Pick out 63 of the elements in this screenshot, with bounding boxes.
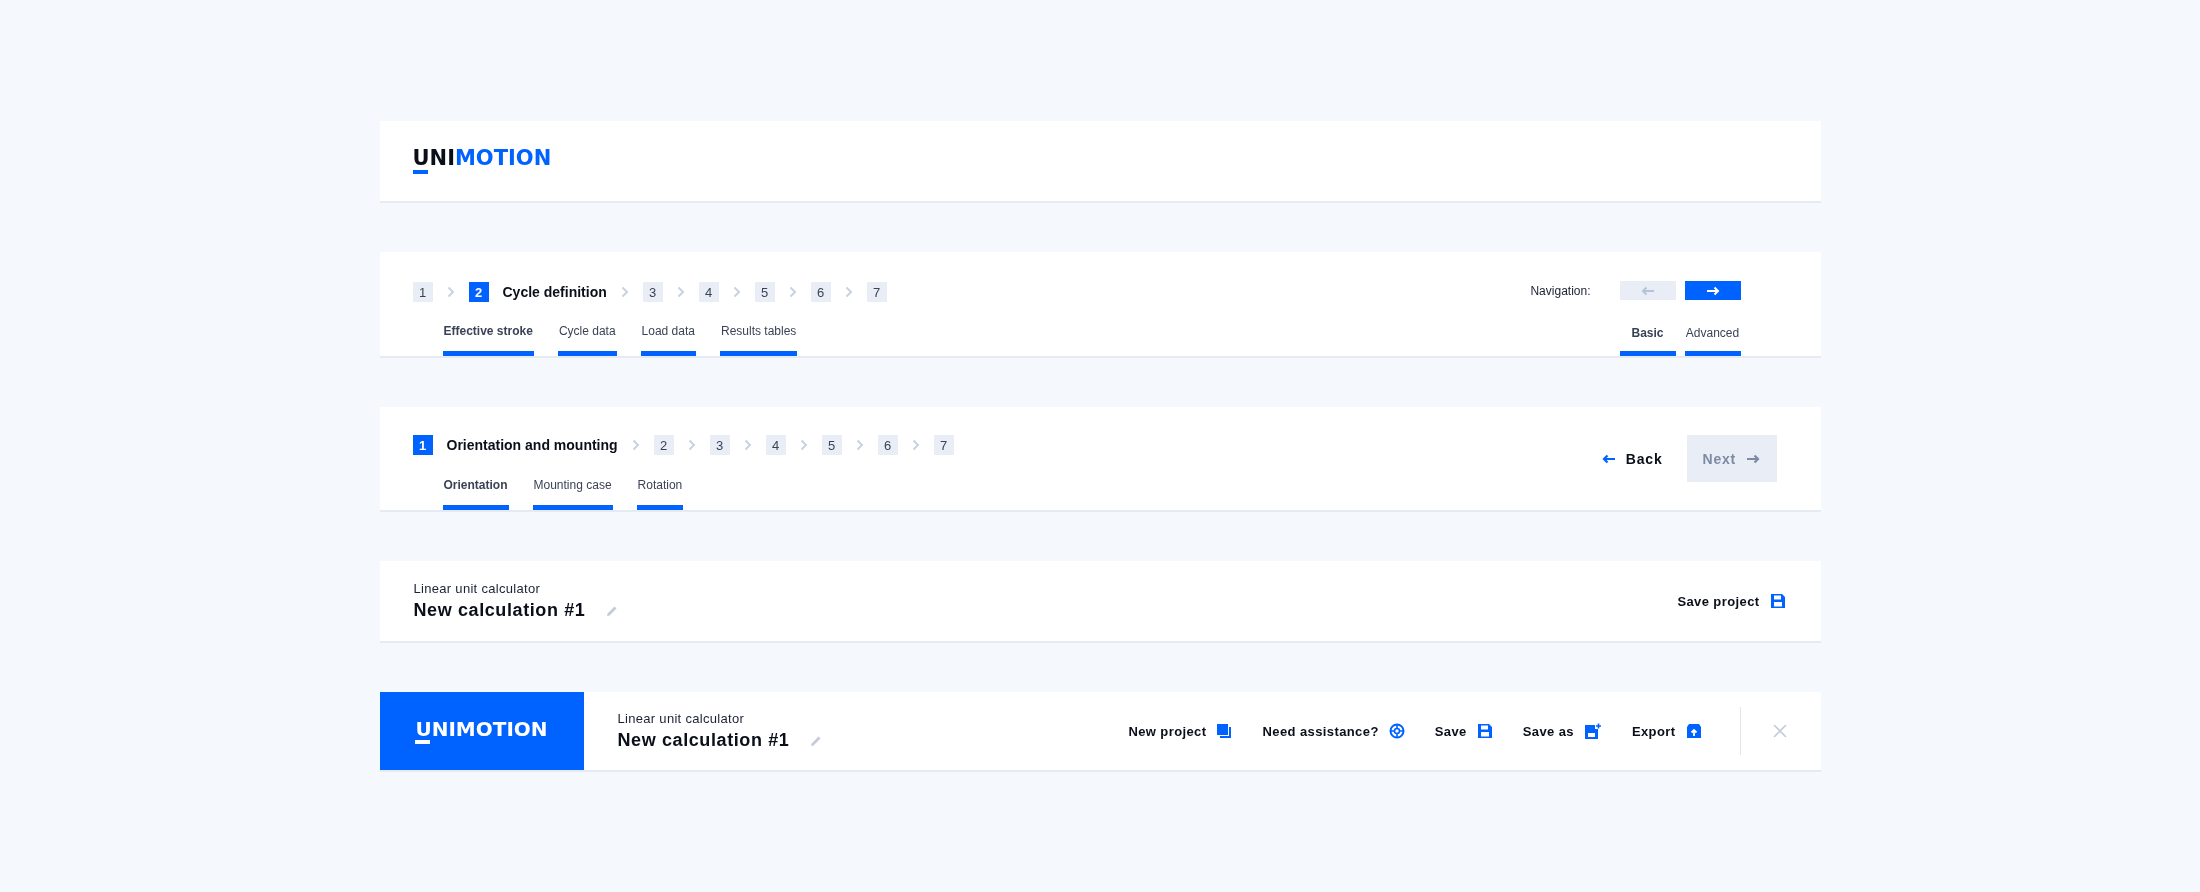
arrow-right-icon: [1705, 285, 1720, 296]
tab[interactable]: Results tables: [719, 324, 798, 356]
save-icon: [1769, 593, 1786, 609]
step-number[interactable]: 3: [709, 435, 730, 455]
step-number[interactable]: 2: [468, 282, 489, 302]
export-icon: [1685, 723, 1702, 739]
toolbar-button[interactable]: Export: [1631, 723, 1702, 739]
step-title: Orientation and mounting: [446, 437, 618, 453]
chevron-icon: [631, 439, 640, 451]
project-title: New calculation #1: [413, 600, 586, 621]
step-number[interactable]: 4: [765, 435, 786, 455]
chevron-icon: [855, 439, 864, 451]
logo: UNIMOTION: [412, 148, 552, 174]
tab[interactable]: Load data: [640, 324, 696, 356]
chevron-icon: [743, 439, 752, 451]
toolbar-button[interactable]: New project: [1128, 723, 1233, 739]
step-number[interactable]: 5: [754, 282, 775, 302]
copy-icon: [1216, 723, 1233, 739]
step-number[interactable]: 4: [698, 282, 719, 302]
tab[interactable]: Effective stroke: [442, 324, 534, 356]
close-button[interactable]: [1772, 724, 1787, 738]
chevron-icon: [446, 286, 455, 298]
chevron-icon: [687, 439, 696, 451]
chevron-icon: [676, 286, 685, 298]
step-number[interactable]: 6: [810, 282, 831, 302]
back-button[interactable]: Back: [1601, 435, 1663, 482]
arrow-left-icon: [1640, 285, 1655, 296]
step-number[interactable]: 7: [933, 435, 954, 455]
step-number[interactable]: 3: [642, 282, 663, 302]
save-project-button[interactable]: Save project: [1677, 593, 1786, 609]
tab[interactable]: Cycle data: [557, 324, 617, 356]
step-number[interactable]: 5: [821, 435, 842, 455]
save-icon: [1476, 723, 1493, 739]
step-title: Cycle definition: [502, 284, 607, 300]
tab[interactable]: Rotation: [636, 478, 684, 510]
save-as-icon: [1583, 722, 1602, 740]
chevron-icon: [844, 286, 853, 298]
step-number[interactable]: 2: [653, 435, 674, 455]
toolbar-button[interactable]: Save as: [1522, 722, 1602, 740]
close-icon: [1772, 724, 1787, 738]
step-number[interactable]: 1: [412, 282, 433, 302]
tab[interactable]: Advanced: [1684, 326, 1741, 356]
step-number[interactable]: 7: [866, 282, 887, 302]
calculator-subtitle: Linear unit calculator: [617, 711, 746, 726]
step-number[interactable]: 6: [877, 435, 898, 455]
chevron-icon: [620, 286, 629, 298]
tab[interactable]: Orientation: [442, 478, 509, 510]
help-icon: [1388, 723, 1405, 739]
step-number[interactable]: 1: [412, 435, 433, 455]
tab[interactable]: Basic: [1619, 326, 1676, 356]
chevron-icon: [732, 286, 741, 298]
navigation-label: Navigation:: [1530, 283, 1591, 298]
arrow-left-icon: [1601, 453, 1616, 464]
forward-button[interactable]: [1684, 281, 1741, 300]
arrow-right-icon: [1746, 453, 1761, 464]
calculator-subtitle: Linear unit calculator: [413, 581, 542, 596]
chevron-icon: [799, 439, 808, 451]
toolbar-button[interactable]: Need assistance?: [1262, 723, 1405, 739]
tab[interactable]: Mounting case: [532, 478, 613, 510]
project-title: New calculation #1: [617, 730, 790, 751]
chevron-icon: [788, 286, 797, 298]
chevron-icon: [911, 439, 920, 451]
toolbar-button[interactable]: Save: [1434, 723, 1493, 739]
